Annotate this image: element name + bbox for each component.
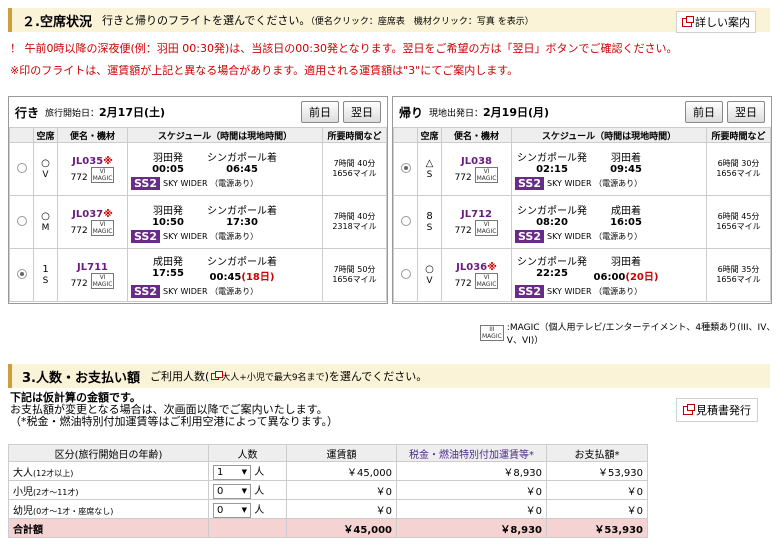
external-link-icon [683,403,695,415]
table-row: 小児(2才〜11才) 0 ▼ 人 ￥0 ￥0 ￥0 [8,480,648,500]
ss2-badge: SS2 [131,229,161,243]
flight-radio[interactable] [16,215,27,226]
magic-icon: VI MAGIC [474,219,499,236]
aircraft-link[interactable]: 772 [71,226,88,236]
inbound-prev-day-button[interactable]: 前日 [685,101,723,123]
ss2-badge: SS2 [515,284,545,298]
outbound-flight-table: 空席 便名・機材 スケジュール（時間は現地時間） 所要時間など ○ V JL035… [9,127,387,302]
aircraft-link[interactable]: 772 [455,279,472,289]
flight-number-link[interactable]: JL038 [461,156,492,167]
section3-subtitle: ご利用人数(大人+小児で最大9名まで)を選んでください。 [149,370,428,383]
section2-header: ２.空席状況 行きと帰りのフライトを選んでください。（便名クリック：座席表 機材… [8,8,770,32]
external-link-icon [211,371,224,380]
ss2-badge: SS2 [515,176,545,190]
table-row: ○ M JL037※ 772 VI MAGIC 羽田発 シンガポール着 10:50 17:3… [9,195,387,249]
table-row: 幼児(0才〜1才・座席なし) 0 ▼ 人 ￥0 ￥0 ￥0 [8,499,648,519]
table-row: 8S JL712 772 VI MAGIC シンガポール発 成田着 08:20 16:05… [393,195,771,249]
outbound-label: 行き [15,105,40,120]
flight-radio[interactable] [400,162,411,173]
adult-count-select[interactable]: 1 ▼ [213,464,251,480]
child-count-select[interactable]: 0 ▼ [213,483,251,499]
flight-number-link[interactable]: JL035 [72,156,103,167]
flight-number-link[interactable]: JL036 [456,262,487,273]
outbound-prev-day-button[interactable]: 前日 [301,101,339,123]
fare-note: 下記は仮計算の金額です。 お支払額が変更となる場合は、次画面以降でご案内いたしま… [10,391,339,428]
external-link-icon [682,15,694,27]
estimate-button[interactable]: 見積書発行 [676,398,758,422]
inbound-date: 現地出発日：2月19日(月) [429,106,550,119]
inbound-next-day-button[interactable]: 翌日 [727,101,765,123]
ss2-badge: SS2 [131,284,161,298]
inbound-flight-table: 空席 便名・機材 スケジュール（時間は現地時間） 所要時間など △ S JL038… [393,127,771,302]
flight-number-link[interactable]: JL712 [461,209,492,220]
magic-icon: VI MAGIC [474,166,499,183]
table-row: 1S JL711 772 VI MAGIC 成田発 シンガポール着 17:55 00:45… [9,248,387,302]
outbound-date: 旅行開始日：2月17日(土) [45,106,166,119]
table-row: ○ V JL036※ 772 VI MAGIC シンガポール発 羽田着 22:25 06:0… [393,248,771,302]
flight-radio[interactable] [16,268,27,279]
ss2-badge: SS2 [515,229,545,243]
chevron-down-icon: ▼ [241,487,247,495]
magic-icon: VI MAGIC [90,166,115,183]
outbound-next-day-button[interactable]: 翌日 [343,101,381,123]
aircraft-link[interactable]: 772 [71,279,88,289]
table-row: 大人(12才以上) 1 ▼ 人 ￥45,000 ￥8,930 ￥53,930 [8,461,648,481]
inbound-panel: 帰り 現地出発日：2月19日(月) 前日 翌日 空席 便名・機材 スケジュール（… [392,96,772,304]
notice-fare-mark: ※印のフライトは、運賃額が上記と異なる場合があります。適用される運賃額は"3"に… [10,64,519,77]
aircraft-link[interactable]: 772 [455,173,472,183]
magic-legend: III MAGIC :MAGIC（個人用テレビ/エンターテイメント、4種類あり(I… [480,323,776,346]
flight-number-link[interactable]: JL711 [77,262,108,273]
flight-radio[interactable] [400,268,411,279]
flight-radio[interactable] [16,162,27,173]
infant-count-select[interactable]: 0 ▼ [213,502,251,518]
total-row: 合計額 ￥45,000 ￥8,930 ￥53,930 [8,518,648,538]
chevron-down-icon: ▼ [241,468,247,476]
section2-title: ２.空席状況 [22,14,92,30]
max-passenger-link[interactable]: 大人+小児で最大9名まで [221,373,324,383]
chevron-down-icon: ▼ [241,506,247,514]
payment-table: 区分(旅行開始日の年齢) 人数 運賃額 税金・燃油特別付加運賃等* お支払額* … [8,444,648,538]
ss2-badge: SS2 [131,176,161,190]
aircraft-link[interactable]: 772 [455,226,472,236]
outbound-panel: 行き 旅行開始日：2月17日(土) 前日 翌日 空席 便名・機材 スケジュール（… [8,96,388,304]
magic-icon: III MAGIC [480,325,504,341]
section3-header: 3.人数・お支払い額 ご利用人数(大人+小児で最大9名まで)を選んでください。 [8,364,770,388]
aircraft-link[interactable]: 772 [71,173,88,183]
flight-number-link[interactable]: JL037 [72,209,103,220]
table-row: ○ V JL035※ 772 VI MAGIC 羽田発 シンガポール着 00:05 06:4… [9,142,387,196]
flight-radio[interactable] [400,215,411,226]
section2-subtitle: 行きと帰りのフライトを選んでください。（便名クリック：座席表 機材クリック：写真… [101,14,534,27]
detail-link[interactable]: 詳しい案内 [676,11,756,33]
section3-title: 3.人数・お支払い額 [22,370,140,386]
notice-late-night: ！ 午前0時以降の深夜便(例：羽田 00:30発)は、当該日の00:30発となり… [10,42,678,55]
magic-icon: VI MAGIC [90,272,115,289]
inbound-label: 帰り [399,105,424,120]
table-row: △ S JL038 772 VI MAGIC シンガポール発 羽田着 02:15 09:45… [393,142,771,196]
magic-icon: VI MAGIC [90,219,115,236]
magic-icon: VI MAGIC [474,272,499,289]
